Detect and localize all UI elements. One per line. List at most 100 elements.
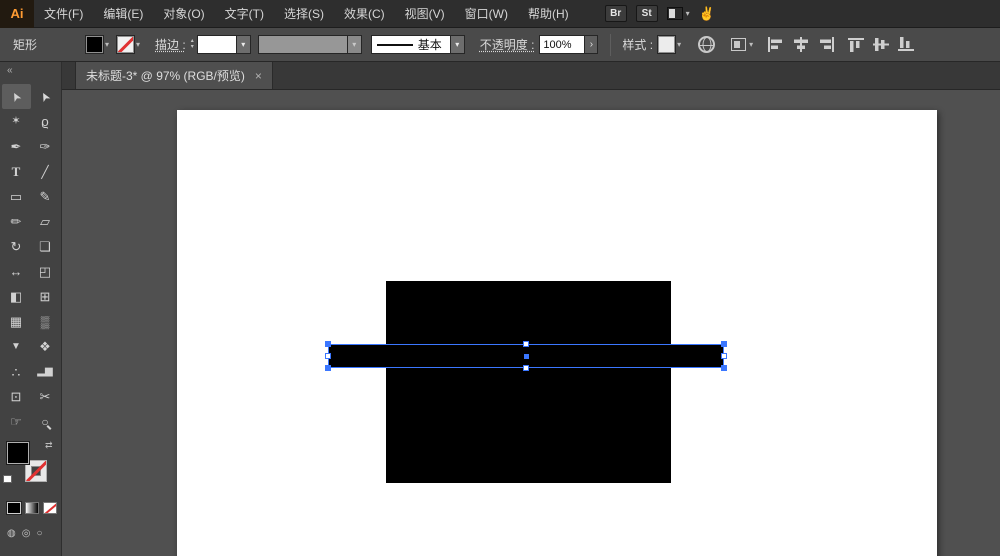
align-vertical-bottom-button[interactable] (896, 35, 916, 54)
selection-handle-ne[interactable] (721, 341, 727, 347)
opacity-input[interactable] (539, 35, 586, 54)
app-logo: Ai (0, 0, 34, 28)
brush-stroke-preview-icon (376, 43, 413, 46)
perspective-grid-tool[interactable]: ⊞ (31, 284, 60, 309)
style-label: 样式 : (622, 38, 654, 52)
style-dropdown[interactable]: ▾ (658, 36, 681, 53)
width-tool[interactable]: ↔ (2, 259, 31, 284)
gradient-button[interactable] (25, 502, 39, 514)
canvas[interactable] (62, 90, 1000, 556)
main-area: « ➤ ➤ ✶ ϱ ✒ ✑ T ╱ ▭ ✎ ✏ ▱ ↻ ❏ ↔ ◰ ◧ ⊞ ▦ … (0, 62, 1000, 556)
close-tab-icon[interactable]: × (255, 69, 262, 83)
fill-color-dropdown[interactable]: ▾ (86, 36, 109, 53)
align-panel-icon (731, 38, 747, 51)
black-rectangle-shape[interactable] (386, 281, 671, 483)
selection-handle-se[interactable] (721, 365, 727, 371)
slice-tool[interactable]: ✂ (31, 384, 60, 409)
color-type-buttons (7, 502, 61, 516)
align-vertical-center-button[interactable] (871, 35, 891, 54)
spin-down-icon[interactable]: ▾ (191, 44, 194, 51)
selection-handle-e[interactable] (721, 353, 727, 359)
selection-handle-sw[interactable] (325, 365, 331, 371)
magic-wand-tool[interactable]: ✶ (2, 109, 31, 134)
stroke-weight-stepper[interactable]: ▴ ▾ (191, 38, 194, 51)
direct-selection-tool[interactable]: ➤ (31, 84, 60, 109)
align-options-dropdown[interactable]: ▾ (731, 38, 753, 51)
menu-item[interactable]: 窗口(W) (455, 0, 518, 27)
document-tab[interactable]: 未标题-3* @ 97% (RGB/预览) × (75, 62, 273, 89)
none-button[interactable] (43, 502, 57, 514)
opacity-flyout-button[interactable]: › (585, 35, 599, 54)
collapse-panel-button[interactable]: « (0, 62, 61, 79)
menu-item[interactable]: 文字(T) (215, 0, 274, 27)
blend-tool[interactable]: ❖ (31, 334, 60, 359)
opacity-label[interactable]: 不透明度 : (480, 36, 535, 53)
menu-item[interactable]: 对象(O) (153, 0, 214, 27)
touch-workspace-button[interactable]: ✌ (699, 6, 715, 22)
default-fill-stroke-icon[interactable] (3, 475, 12, 483)
paintbrush-tool[interactable]: ✎ (31, 184, 60, 209)
stroke-weight-combo[interactable]: ▾ (196, 35, 251, 54)
shaper-tool[interactable]: ✏ (2, 209, 31, 234)
swap-fill-stroke-icon[interactable]: ⇄ (45, 440, 53, 451)
stroke-weight-input[interactable] (197, 36, 236, 53)
menu-item[interactable]: 效果(C) (334, 0, 395, 27)
selection-handle-s[interactable] (523, 365, 529, 371)
selection-handle-n[interactable] (523, 341, 529, 347)
free-transform-tool[interactable]: ◰ (31, 259, 60, 284)
stroke-weight-label[interactable]: 描边 : (155, 36, 186, 53)
drawing-mode-buttons: ◍ ◎ ○ (7, 528, 61, 539)
brush-definition-dropdown[interactable]: 基本 ▾ (370, 35, 465, 54)
align-vertical-center-icon (873, 38, 890, 51)
color-button[interactable] (7, 502, 21, 514)
stroke-color-dropdown[interactable]: ▾ (117, 36, 140, 53)
align-vertical-top-icon (848, 38, 865, 52)
fill-swatch[interactable] (7, 442, 29, 464)
align-vertical-top-button[interactable] (846, 35, 866, 54)
artboard-tool[interactable]: ⊡ (2, 384, 31, 409)
selection-handle-nw[interactable] (325, 341, 331, 347)
recolor-artwork-icon[interactable] (698, 36, 716, 53)
rectangle-tool[interactable]: ▭ (2, 184, 31, 209)
draw-inside-button[interactable]: ○ (36, 528, 42, 539)
type-tool[interactable]: T (2, 159, 31, 184)
align-horizontal-right-button[interactable] (816, 35, 836, 54)
hand-tool[interactable]: ☞ (2, 409, 31, 434)
menu-list: 文件(F) 编辑(E) 对象(O) 文字(T) 选择(S) 效果(C) 视图(V) 窗口(W)… (34, 0, 579, 27)
eyedropper-tool[interactable]: ▼ (2, 334, 31, 359)
lasso-tool[interactable]: ϱ (31, 109, 60, 134)
symbol-sprayer-tool[interactable]: ∴ (2, 359, 31, 384)
zoom-tool[interactable]: ○ (31, 409, 60, 434)
illustrator-window: Ai 文件(F) 编辑(E) 对象(O) 文字(T) 选择(S) 效果(C) 视图(V) 窗口… (0, 0, 1000, 556)
menu-bar-right: Br St ▾ ✌ (604, 5, 715, 22)
menu-item[interactable]: 文件(F) (34, 0, 93, 27)
menu-item[interactable]: 视图(V) (395, 0, 455, 27)
shape-builder-tool[interactable]: ◧ (2, 284, 31, 309)
selection-handle-w[interactable] (325, 353, 331, 359)
menu-item[interactable]: 帮助(H) (518, 0, 579, 27)
vertical-align-group (846, 35, 916, 54)
pen-tool[interactable]: ✒ (2, 134, 31, 159)
draw-normal-button[interactable]: ◍ (7, 528, 16, 539)
rotate-tool[interactable]: ↻ (2, 234, 31, 259)
none-slash-icon (26, 461, 46, 481)
control-bar: 矩形 ▾ ▾ 描边 : ▴ ▾ ▾ ▾ 基本 ▾ 不透明度 : › (0, 28, 1000, 62)
selection-tool[interactable]: ➤ (1, 84, 31, 109)
scale-tool[interactable]: ❏ (31, 234, 60, 259)
gradient-tool[interactable]: ▒ (31, 309, 60, 334)
menu-item[interactable]: 编辑(E) (93, 0, 153, 27)
mesh-tool[interactable]: ▦ (2, 309, 31, 334)
bridge-button[interactable]: Br (604, 5, 627, 22)
menu-item[interactable]: 选择(S) (274, 0, 334, 27)
arrange-documents-button[interactable]: ▾ (666, 7, 690, 20)
column-graph-tool[interactable]: ▂▆ (31, 359, 60, 384)
selected-rectangle-shape[interactable] (325, 341, 727, 371)
chevron-down-icon: ▾ (449, 36, 464, 53)
eraser-tool[interactable]: ▱ (31, 209, 60, 234)
line-segment-tool[interactable]: ╱ (31, 159, 60, 184)
align-horizontal-center-button[interactable] (791, 35, 811, 54)
draw-behind-button[interactable]: ◎ (22, 528, 31, 539)
stock-button[interactable]: St (635, 5, 658, 22)
align-horizontal-left-button[interactable] (766, 35, 786, 54)
curvature-tool[interactable]: ✑ (31, 134, 60, 159)
